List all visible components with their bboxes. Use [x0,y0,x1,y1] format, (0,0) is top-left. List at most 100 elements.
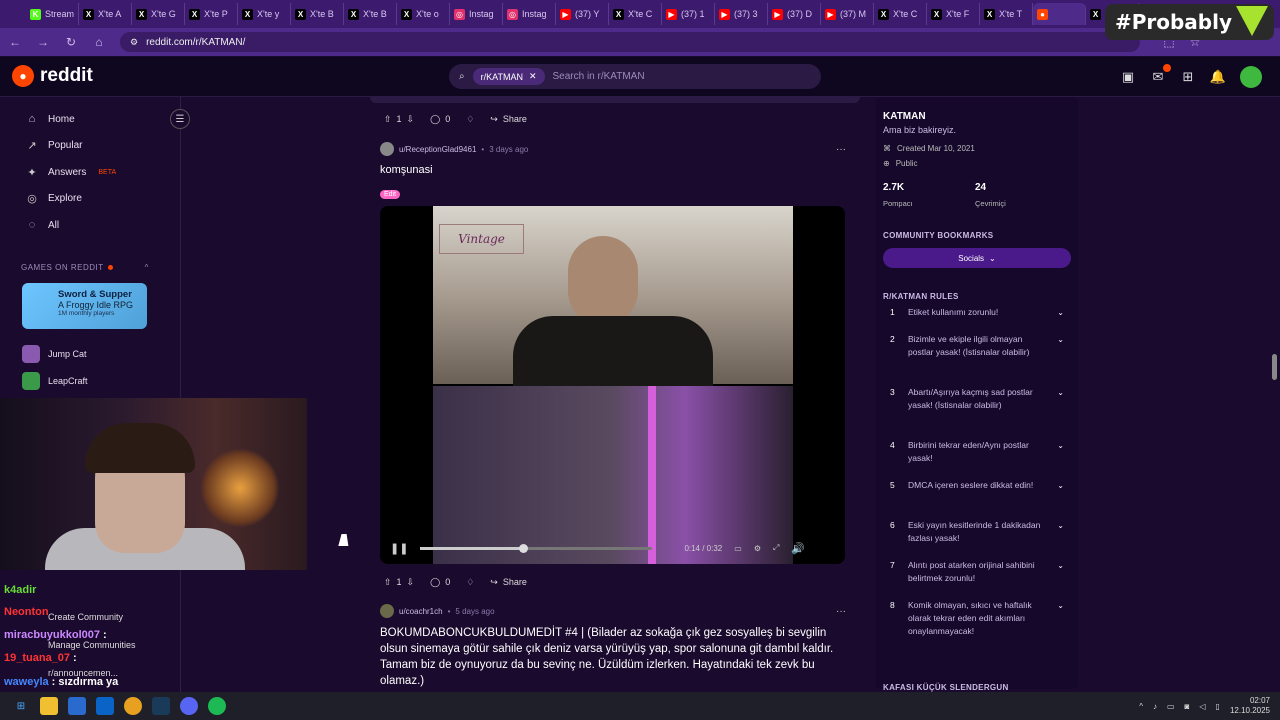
post-title[interactable]: BOKUMDABONCUKBULDUMEDİT #4 | (Bilader az… [370,625,860,689]
volume-tray-icon[interactable]: ◁ [1199,702,1205,711]
file-explorer-icon[interactable] [40,697,58,715]
upvote-icon[interactable]: ⇧ [384,114,392,125]
settings-icon[interactable]: ⚙ [754,544,761,553]
browser-tab[interactable]: ◎ Instag [503,3,556,25]
more-options-icon[interactable]: ··· [836,144,846,155]
browser-tab[interactable]: X X'te B [291,3,344,25]
battery-icon[interactable]: ▯ [1216,702,1220,711]
captions-icon[interactable]: ▭ [734,544,742,553]
chrome-icon[interactable] [124,697,142,715]
home-icon[interactable]: ⌂ [92,35,106,49]
browser-tab[interactable]: X X'te o [397,3,450,25]
chevron-down-icon[interactable]: ⌄ [1057,519,1064,532]
forward-icon[interactable]: → [36,35,50,49]
browser-tab[interactable]: ● [1033,3,1086,25]
fullscreen-icon[interactable]: ⤢ [773,543,779,553]
scrollbar-thumb[interactable] [1272,354,1277,380]
rule-item[interactable]: 8 Komik olmayan, sıkıcı ve haftalık olara… [890,599,1070,638]
share-button[interactable]: ↪ Share [490,577,527,588]
video-progress-bar[interactable] [420,543,653,553]
rule-item[interactable]: 3 Abartı/Aşırıya kaçmış sad postlar yasak… [890,386,1070,412]
reload-icon[interactable]: ↻ [64,35,78,49]
browser-tab[interactable]: ▶ (37) D [768,3,821,25]
game-item-leapcraft[interactable]: LeapCraft [22,372,88,390]
browser-tab[interactable]: X X'te C [609,3,662,25]
site-info-icon[interactable]: ⚙ [130,37,138,48]
rule-item[interactable]: 5 DMCA içeren seslere dikkat edin! ⌄ [890,479,1070,492]
create-community-link[interactable]: Create Community [48,612,123,622]
sidebar-item-home[interactable]: ⌂ Home [0,106,180,133]
collapse-sidebar-icon[interactable]: ☰ [170,109,190,129]
browser-tab[interactable]: ▶ (37) M [821,3,874,25]
chevron-down-icon[interactable]: ⌄ [1057,479,1064,492]
mic-icon[interactable]: ♪ [1153,702,1157,711]
spotify-icon[interactable] [208,697,226,715]
downvote-icon[interactable]: ⇩ [407,577,415,588]
user-avatar[interactable] [1240,66,1262,88]
share-button[interactable]: ↪ Share [490,114,527,125]
chevron-down-icon[interactable]: ⌄ [1057,439,1064,452]
browser-tab[interactable]: ◎ Instag [450,3,503,25]
manage-communities-link[interactable]: Manage Communities [48,640,136,650]
rule-item[interactable]: 4 Birbirini tekrar eden/Aynı postlar yasa… [890,439,1070,465]
rule-item[interactable]: 2 Bizimle ve ekiple ilgili olmayan postla… [890,333,1070,359]
create-post-icon[interactable]: ⊞ [1180,69,1196,85]
post-author[interactable]: u/coachr1ch [399,607,443,616]
browser-tab[interactable]: X X'te y [238,3,291,25]
award-icon[interactable]: ♢ [466,114,474,125]
outlook-icon[interactable] [96,697,114,715]
progress-knob[interactable] [518,543,528,553]
browser-tab[interactable]: X X'te T [980,3,1033,25]
back-icon[interactable]: ← [8,35,22,49]
volume-icon[interactable]: 🔊 [791,542,805,555]
chat-icon[interactable]: ✉ [1150,64,1171,85]
game-item-jump-cat[interactable]: Jump Cat [22,345,87,363]
rule-item[interactable]: 7 Alıntı post atarken orijinal sahibini b… [890,559,1070,585]
comments-button[interactable]: ◯ 0 [430,114,450,125]
browser-tab[interactable]: X X'te F [927,3,980,25]
address-bar[interactable]: ⚙ reddit.com/r/KATMAN/ [120,32,1140,52]
browser-tab[interactable]: X X'te B [344,3,397,25]
browser-tab[interactable]: ▶ (37) 1 [662,3,715,25]
browser-tab[interactable]: X X'te G [132,3,185,25]
browser-tab[interactable]: ▶ (37) 3 [715,3,768,25]
discord-icon[interactable] [180,697,198,715]
pause-icon[interactable]: ❚❚ [390,542,408,555]
chip-clear-icon[interactable]: ✕ [529,71,537,82]
rule-item[interactable]: 6 Eski yayın kesitlerinde 1 dakikadan faz… [890,519,1070,545]
upvote-icon[interactable]: ⇧ [384,577,392,588]
chevron-down-icon[interactable]: ⌄ [1057,306,1064,319]
video-player[interactable]: Vintage ❚❚ 0:14 / 0:32 ▭ ⚙ ⤢ 🔊 [380,206,845,564]
bell-icon[interactable]: 🔔 [1210,69,1226,85]
steam-icon[interactable] [152,697,170,715]
author-avatar[interactable] [380,604,394,618]
post-flair[interactable]: Edit [380,190,401,199]
store-icon[interactable] [68,697,86,715]
downvote-icon[interactable]: ⇩ [407,114,415,125]
search-input[interactable]: Search in r/KATMAN [553,71,645,82]
reddit-logo[interactable]: ● reddit [12,65,93,87]
page-scrollbar[interactable] [1270,60,1278,696]
chevron-down-icon[interactable]: ⌄ [1057,559,1064,572]
chevron-down-icon[interactable]: ⌄ [1057,386,1064,399]
sidebar-item-explore[interactable]: ◎ Explore [0,186,180,213]
chevron-up-icon[interactable]: ^ [145,263,149,272]
display-icon[interactable]: ▭ [1167,702,1175,711]
ads-icon[interactable]: ▣ [1120,69,1136,85]
sidebar-item-answers[interactable]: ✦ Answers BETA [0,159,180,186]
windows-start-icon[interactable]: ⊞ [12,697,30,715]
search-community-chip[interactable]: r/KATMAN ✕ [472,68,545,85]
browser-tab[interactable]: X X'te C [874,3,927,25]
award-icon[interactable]: ♢ [466,577,474,588]
post-title[interactable]: komşunasi [370,164,433,176]
network-icon[interactable]: ◙ [1185,702,1190,711]
post-author[interactable]: u/ReceptionGlad9461 [399,145,476,154]
browser-tab[interactable]: K Stream [26,3,79,25]
browser-tab[interactable]: X X'te A [79,3,132,25]
browser-tab[interactable]: ▶ (37) Y [556,3,609,25]
sidebar-item-all[interactable]: ◌ All [0,212,180,239]
rule-item[interactable]: 1 Etiket kullanımı zorunlu! ⌄ [890,306,1070,319]
socials-button[interactable]: Socials ⌄ [883,248,1071,268]
search-bar[interactable]: ⌕ r/KATMAN ✕ Search in r/KATMAN [449,64,821,89]
browser-tab[interactable]: X X'te P [185,3,238,25]
